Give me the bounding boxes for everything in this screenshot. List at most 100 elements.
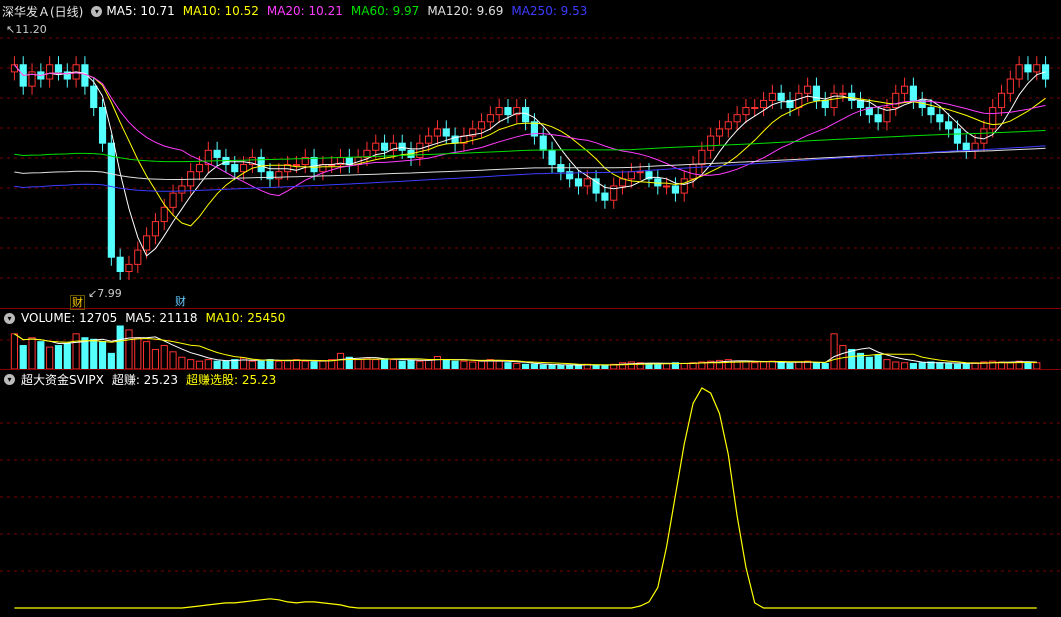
candle-body <box>724 121 732 130</box>
candle-body <box>759 99 768 109</box>
volume-title: VOLUME: 12705 <box>21 311 118 325</box>
volume-bar <box>310 361 318 370</box>
svipx-line <box>14 387 1037 609</box>
svi-label-1: 超赚选股: 25.23 <box>186 372 277 387</box>
candle-body <box>178 185 186 194</box>
ma-line-MA60 <box>14 130 1046 163</box>
candle-body <box>477 121 486 130</box>
candle-body <box>707 135 715 151</box>
ma-line-MA5 <box>14 64 1046 257</box>
candle-body <box>548 149 556 166</box>
candle-body <box>909 85 917 101</box>
volume-bar <box>187 359 195 370</box>
candle-body <box>10 64 18 73</box>
high-price-value: 11.20 <box>15 23 47 36</box>
stock-title[interactable]: 深华发Ａ(日线) <box>2 3 83 20</box>
candle-body <box>601 192 609 201</box>
candle-body <box>275 171 283 180</box>
volume-bar <box>284 359 292 370</box>
candle-body <box>1033 64 1041 73</box>
volume-bar <box>213 360 221 370</box>
candle-body <box>98 107 107 144</box>
volume-bar <box>442 359 450 370</box>
volume-bar <box>222 360 230 370</box>
volume-bar <box>10 333 18 370</box>
ma-label-5: MA250: 9.53 <box>511 4 588 18</box>
candle-body <box>134 249 142 265</box>
settings-circle-icon[interactable]: ▾ <box>4 312 15 324</box>
volume-bar <box>301 360 309 370</box>
price-panel-header: 深华发Ａ(日线) ▾ MA5: 10.71 MA10: 10.52 MA20: 10… <box>0 3 603 19</box>
settings-circle-icon[interactable]: ▾ <box>91 5 103 17</box>
candle-body <box>433 128 442 137</box>
volume-bar <box>107 352 115 370</box>
candle-body <box>310 156 318 173</box>
volume-bar <box>372 359 380 370</box>
candle-body <box>143 235 151 251</box>
candle-body <box>989 107 997 130</box>
candle-body <box>618 178 627 187</box>
candle-body <box>1006 78 1014 94</box>
event-tag-report[interactable]: 财 <box>70 295 85 310</box>
high-arrow-icon: ↖ <box>6 23 16 36</box>
volume-bar <box>46 346 54 370</box>
candle-body <box>539 135 547 151</box>
candle-body <box>1015 64 1023 80</box>
volume-bar <box>469 361 477 370</box>
volume-bar <box>292 359 301 370</box>
candle-body <box>698 149 706 166</box>
candle-body <box>125 263 133 272</box>
volume-bar <box>195 360 204 370</box>
volume-bar <box>759 361 768 370</box>
volume-bar <box>266 359 274 370</box>
volume-bar <box>72 333 80 370</box>
volume-bar <box>98 341 107 370</box>
candle-body <box>574 178 583 187</box>
candle-body <box>46 64 54 80</box>
indicator-title: 超大资金SVIPX <box>21 372 104 387</box>
volume-bar <box>865 356 873 370</box>
low-price-label: ↙7.99 <box>88 287 122 300</box>
volume-bar <box>495 360 503 370</box>
settings-circle-icon[interactable]: ▾ <box>4 373 15 385</box>
volume-bar <box>204 359 212 370</box>
low-arrow-icon: ↙ <box>88 287 98 300</box>
candle-body <box>680 178 688 194</box>
volume-bar <box>795 361 803 370</box>
candle-body <box>319 164 327 173</box>
indicator-panel-header: ▾ 超大资金SVIPX 超赚: 25.23 超赚选股: 25.23 <box>0 371 292 387</box>
candle-body <box>592 178 600 194</box>
ma-line-MA120 <box>14 147 1046 180</box>
volume-indicators: MA5: 21118 MA10: 25450 <box>125 311 293 325</box>
volume-bar <box>143 341 151 370</box>
volume-panel-header: ▾ VOLUME: 12705 MA5: 21118 MA10: 25450 <box>0 310 301 326</box>
volume-bar <box>90 338 98 370</box>
volume-bar <box>257 360 265 370</box>
volume-bar <box>134 337 142 370</box>
ma-label-3: MA60: 9.97 <box>350 4 420 18</box>
event-tag-finance[interactable]: 财 <box>174 295 187 308</box>
candle-body <box>671 185 680 194</box>
candle-body <box>636 171 644 174</box>
candle-body <box>151 221 160 237</box>
volume-bar <box>425 359 433 370</box>
volume-bar <box>892 361 900 370</box>
candle-body <box>839 92 847 95</box>
candle-body <box>804 85 812 94</box>
candle-body <box>945 121 953 130</box>
svi-label-0: 超赚: 25.23 <box>111 372 179 387</box>
volume-bar <box>28 337 36 370</box>
volume-bar <box>54 345 63 370</box>
candle-body <box>1024 64 1032 73</box>
vol-ma-label-1: MA10: 25450 <box>205 311 286 325</box>
candle-body <box>213 149 221 158</box>
candle-body <box>107 142 115 258</box>
ma-label-4: MA120: 9.69 <box>427 4 504 18</box>
candle-body <box>821 99 829 109</box>
volume-bar <box>19 345 27 370</box>
volume-bar <box>81 337 89 370</box>
candle-body <box>425 135 433 144</box>
candle-body <box>442 128 450 137</box>
candle-body <box>874 114 882 123</box>
candle-body <box>892 92 900 109</box>
